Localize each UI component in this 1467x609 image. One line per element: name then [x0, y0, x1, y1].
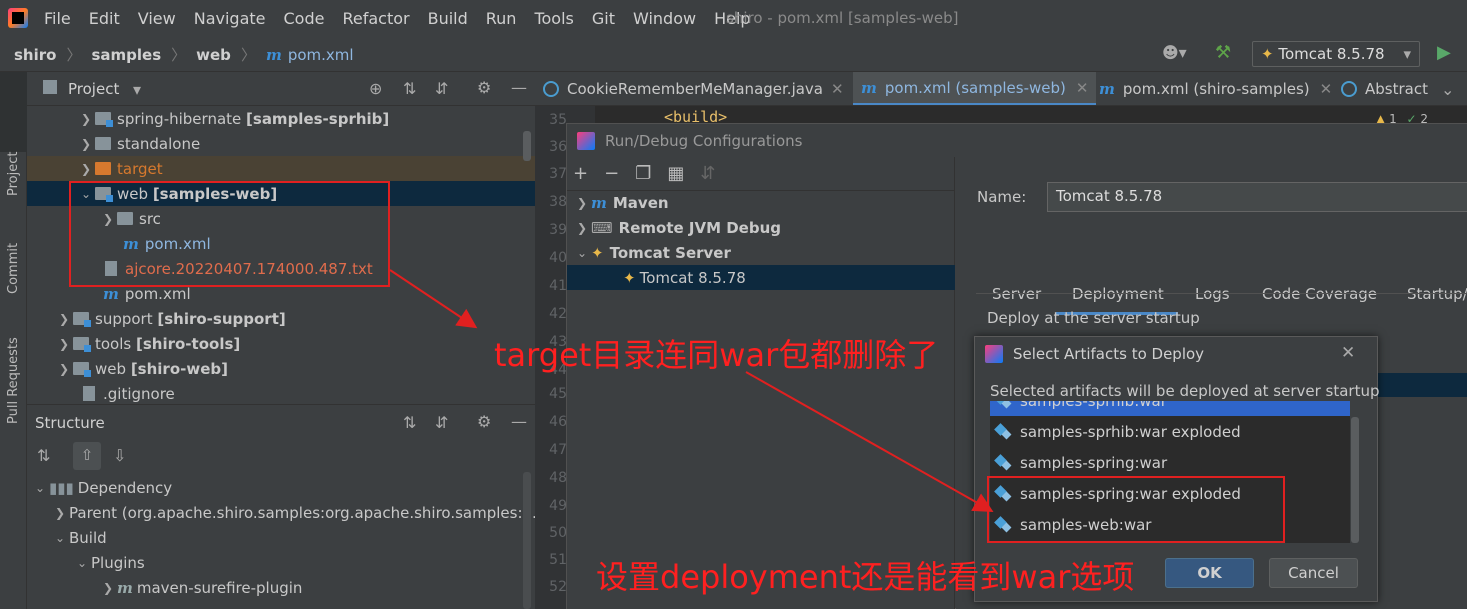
arrow-1 — [389, 269, 478, 329]
annotation-arrows — [389, 269, 994, 512]
arrow-2 — [745, 371, 994, 512]
annotation-note-1: target目录连同war包都删除了 — [494, 336, 939, 374]
annotation-note-2: 设置deployment还是能看到war选项 — [596, 558, 1135, 596]
